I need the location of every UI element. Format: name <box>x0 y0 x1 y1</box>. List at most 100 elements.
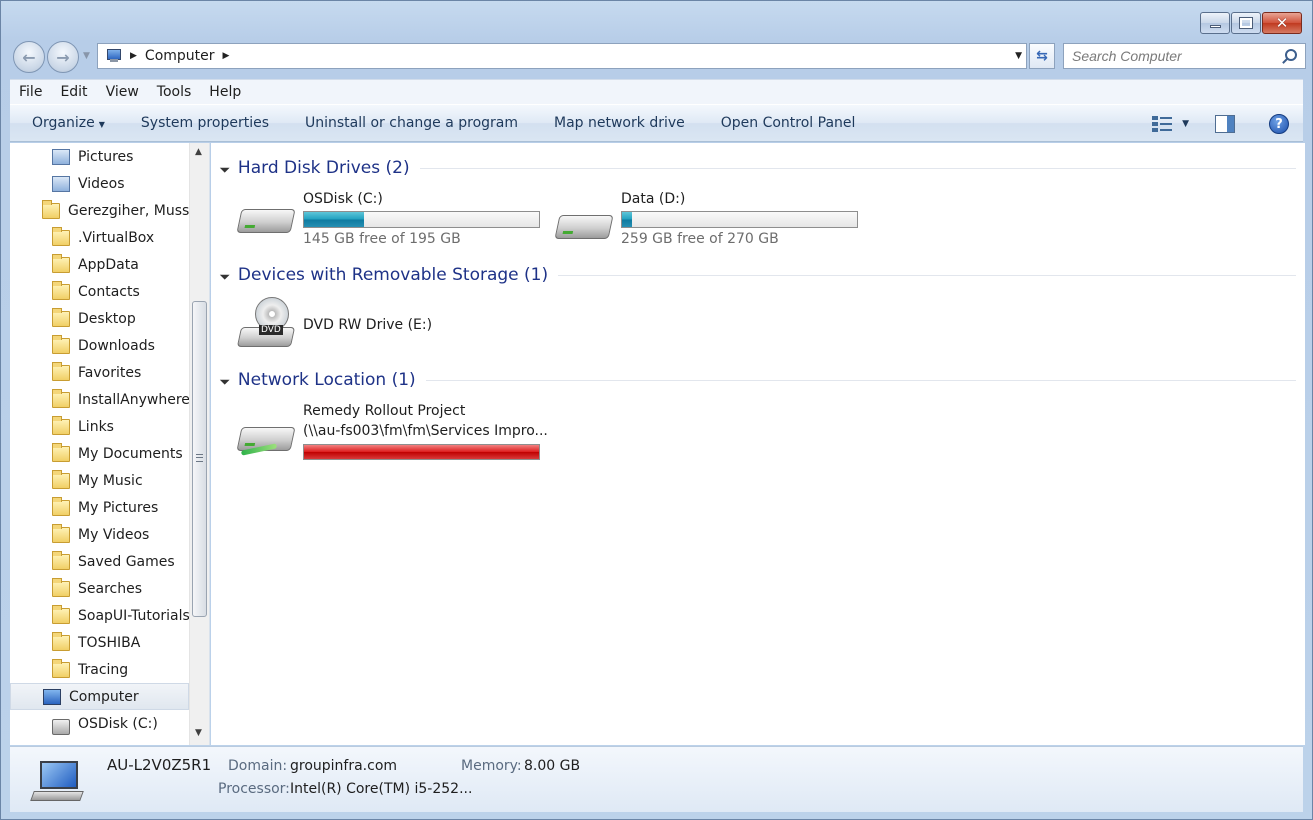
scroll-thumb[interactable] <box>192 301 207 617</box>
close-button[interactable]: ✕ <box>1262 12 1302 34</box>
nav-item-computer[interactable]: Computer <box>10 683 189 710</box>
address-bar[interactable]: ▶ Computer ▶ ▼ <box>97 43 1027 69</box>
drive-name: DVD RW Drive (E:) <box>303 317 433 333</box>
nav-item-gerezgiher-mussie[interactable]: Gerezgiher, Mussie <box>42 197 202 224</box>
nav-item-toshiba[interactable]: TOSHIBA <box>52 629 140 656</box>
folder-icon <box>52 280 70 300</box>
nav-item-searches[interactable]: Searches <box>52 575 142 602</box>
processor-value: Intel(R) Core(TM) i5-252... <box>290 781 473 797</box>
arrow-right-icon: → <box>56 47 70 67</box>
scroll-down-icon[interactable]: ▼ <box>195 728 202 738</box>
group-divider <box>425 379 1296 381</box>
chevron-down-icon: ▼ <box>98 120 105 129</box>
nav-item-label: TOSHIBA <box>78 634 141 651</box>
explorer-window: ✕ ← → ▼ ▶ Computer ▶ ▼ ⇆ File Edit View … <box>0 0 1313 820</box>
forward-button[interactable]: → <box>47 41 79 73</box>
breadcrumb-chevron-icon[interactable]: ▶ <box>130 51 137 61</box>
nav-item-videos[interactable]: Videos <box>52 170 125 197</box>
maximize-icon <box>1239 17 1253 29</box>
open-control-panel-button[interactable]: Open Control Panel <box>703 115 874 131</box>
menu-file[interactable]: File <box>10 84 51 100</box>
nav-item-favorites[interactable]: Favorites <box>52 359 141 386</box>
computer-icon <box>30 761 84 801</box>
breadcrumb-computer[interactable]: Computer <box>145 48 215 64</box>
nav-item-soapui-tutorials[interactable]: SoapUI-Tutorials <box>52 602 190 629</box>
recent-pages-dropdown[interactable]: ▼ <box>83 51 90 61</box>
folder-icon <box>52 631 70 651</box>
collapse-icon[interactable]: ◢ <box>218 374 230 386</box>
drive-free-space: 259 GB free of 270 GB <box>621 231 779 247</box>
nav-item-desktop[interactable]: Desktop <box>52 305 136 332</box>
nav-item-contacts[interactable]: Contacts <box>52 278 140 305</box>
hard-drive-icon <box>554 199 614 239</box>
nav-item-my-pictures[interactable]: My Pictures <box>52 494 158 521</box>
memory-label: Memory: <box>461 758 522 774</box>
drive-usage-bar <box>303 211 540 228</box>
nav-item-virtualbox[interactable]: .VirtualBox <box>52 224 154 251</box>
drive-tile-c[interactable]: OSDisk (C:) 145 GB free of 195 GB <box>236 191 540 251</box>
nav-item-label: Favorites <box>78 364 142 381</box>
nav-item-appdata[interactable]: AppData <box>52 251 139 278</box>
nav-scrollbar[interactable]: ▲ ▼ <box>189 143 209 745</box>
folder-icon <box>52 388 70 408</box>
nav-item-label: Tracing <box>78 661 129 678</box>
system-properties-button[interactable]: System properties <box>123 115 287 131</box>
address-dropdown-icon[interactable]: ▼ <box>1015 51 1022 61</box>
navigation-pane: Pictures Videos Gerezgiher, Mussie .Virtual… <box>10 143 210 745</box>
user-folder-icon <box>42 199 60 219</box>
group-header-removable-storage[interactable]: ◢ Devices with Removable Storage (1) <box>218 262 1296 288</box>
help-icon[interactable]: ? <box>1269 114 1289 134</box>
drive-tile-dvd[interactable]: DVD DVD RW Drive (E:) <box>236 297 537 357</box>
menu-edit[interactable]: Edit <box>51 84 96 100</box>
network-drive-name: Remedy Rollout Project <box>303 403 466 419</box>
nav-item-downloads[interactable]: Downloads <box>52 332 155 359</box>
toolbar-right: ▼ ? <box>1152 105 1303 143</box>
refresh-icon: ⇆ <box>1036 48 1048 64</box>
nav-item-label: Saved Games <box>78 553 175 570</box>
nav-item-my-music[interactable]: My Music <box>52 467 143 494</box>
nav-item-label: My Music <box>78 472 143 489</box>
drive-name: Data (D:) <box>621 191 686 207</box>
uninstall-program-button[interactable]: Uninstall or change a program <box>287 115 536 131</box>
back-button[interactable]: ← <box>13 41 45 73</box>
hard-drive-windows-icon <box>236 199 296 239</box>
network-drive-icon <box>236 411 296 456</box>
nav-item-label: My Pictures <box>78 499 159 516</box>
nav-item-pictures[interactable]: Pictures <box>52 143 133 170</box>
group-header-hard-disk-drives[interactable]: ◢ Hard Disk Drives (2) <box>218 155 1296 181</box>
network-drive-path: (\\au-fs003\fm\fm\Services Impro... <box>303 423 548 439</box>
nav-item-links[interactable]: Links <box>52 413 114 440</box>
refresh-button[interactable]: ⇆ <box>1029 43 1055 69</box>
grip-icon <box>196 454 203 462</box>
network-drive-tile[interactable]: Remedy Rollout Project (\\au-fs003\fm\fm… <box>236 403 548 463</box>
organize-button[interactable]: Organize ▼ <box>10 115 123 131</box>
search-icon[interactable] <box>1285 49 1297 61</box>
nav-item-installanywhere[interactable]: InstallAnywhere <box>52 386 190 413</box>
search-input[interactable] <box>1072 45 1272 67</box>
minimize-button[interactable] <box>1200 12 1230 34</box>
search-box[interactable] <box>1063 43 1306 69</box>
collapse-icon[interactable]: ◢ <box>218 162 230 174</box>
breadcrumb-chevron-icon[interactable]: ▶ <box>223 51 230 61</box>
menu-tools[interactable]: Tools <box>148 84 201 100</box>
menu-help[interactable]: Help <box>200 84 250 100</box>
scroll-up-icon[interactable]: ▲ <box>195 147 202 157</box>
collapse-icon[interactable]: ◢ <box>218 269 230 281</box>
nav-item-saved-games[interactable]: Saved Games <box>52 548 175 575</box>
nav-item-osdisk-c[interactable]: OSDisk (C:) <box>52 710 158 737</box>
maximize-button[interactable] <box>1231 12 1261 34</box>
map-network-drive-button[interactable]: Map network drive <box>536 115 703 131</box>
nav-item-my-videos[interactable]: My Videos <box>52 521 149 548</box>
drive-name: OSDisk (C:) <box>303 191 383 207</box>
nav-item-label: Contacts <box>78 283 140 300</box>
group-divider <box>558 274 1296 276</box>
command-bar: Organize ▼ System properties Uninstall or… <box>10 104 1303 142</box>
nav-item-tracing[interactable]: Tracing <box>52 656 128 683</box>
menu-view[interactable]: View <box>97 84 148 100</box>
drive-tile-d[interactable]: Data (D:) 259 GB free of 270 GB <box>554 191 858 251</box>
nav-item-my-documents[interactable]: My Documents <box>52 440 183 467</box>
change-view-icon[interactable] <box>1152 115 1173 133</box>
view-options-dropdown-icon[interactable]: ▼ <box>1182 119 1189 129</box>
group-header-network-location[interactable]: ◢ Network Location (1) <box>218 367 1296 393</box>
preview-pane-icon[interactable] <box>1215 115 1235 133</box>
